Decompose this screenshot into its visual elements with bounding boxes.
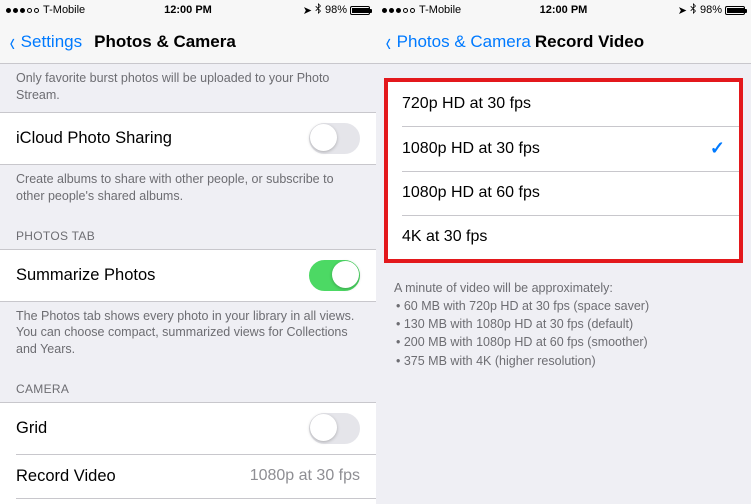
carrier-label: T-Mobile (43, 4, 85, 16)
clock-label: 12:00 PM (540, 4, 588, 16)
icloud-photo-sharing-cell[interactable]: iCloud Photo Sharing (0, 112, 376, 165)
location-icon: ➤ (303, 4, 312, 17)
bluetooth-icon (690, 3, 697, 17)
option-label: 1080p HD at 60 fps (402, 184, 725, 202)
option-label: 720p HD at 30 fps (402, 95, 725, 113)
battery-pct-label: 98% (700, 4, 722, 16)
summarize-photos-cell[interactable]: Summarize Photos (0, 249, 376, 302)
record-video-screen: T-Mobile 12:00 PM ➤ 98% ‹ Photos & Camer… (376, 0, 751, 504)
chevron-left-icon: ‹ (10, 29, 15, 55)
content-area: 720p HD at 30 fps 1080p HD at 30 fps ✓ 1… (376, 64, 751, 504)
record-slomo-cell[interactable]: Record Slo-mo 720p at 240 fps (0, 498, 376, 504)
page-title: Photos & Camera (94, 32, 236, 52)
option-1080p-60[interactable]: 1080p HD at 60 fps (388, 171, 739, 215)
highlighted-options-box: 720p HD at 30 fps 1080p HD at 30 fps ✓ 1… (384, 78, 743, 263)
content-area: Only favorite burst photos will be uploa… (0, 64, 376, 504)
clock-label: 12:00 PM (164, 4, 212, 16)
status-bar: T-Mobile 12:00 PM ➤ 98% (376, 0, 751, 20)
info-line: • 375 MB with 4K (higher resolution) (394, 352, 733, 370)
status-bar: T-Mobile 12:00 PM ➤ 98% (0, 0, 376, 20)
settings-photos-camera-screen: T-Mobile 12:00 PM ➤ 98% ‹ Settings Photo… (0, 0, 376, 504)
option-1080p-30[interactable]: 1080p HD at 30 fps ✓ (388, 126, 739, 171)
photos-tab-header: PHOTOS TAB (0, 213, 376, 249)
signal-dots-icon (382, 8, 415, 13)
option-4k-30[interactable]: 4K at 30 fps (388, 215, 739, 259)
carrier-label: T-Mobile (419, 4, 461, 16)
back-label: Settings (21, 32, 82, 52)
bluetooth-icon (315, 3, 322, 17)
summarize-footer-text: The Photos tab shows every photo in your… (0, 302, 376, 367)
cell-label: iCloud Photo Sharing (16, 129, 309, 148)
info-line: • 60 MB with 720p HD at 30 fps (space sa… (394, 297, 733, 315)
nav-bar: ‹ Settings Photos & Camera (0, 20, 376, 64)
info-line: • 200 MB with 1080p HD at 60 fps (smooth… (394, 333, 733, 351)
battery-icon (725, 6, 745, 15)
battery-pct-label: 98% (325, 4, 347, 16)
nav-bar: ‹ Photos & Camera Record Video (376, 20, 751, 64)
back-button[interactable]: ‹ Settings (8, 29, 82, 55)
signal-dots-icon (6, 8, 39, 13)
icloud-sharing-footer-text: Create albums to share with other people… (0, 165, 376, 213)
back-button[interactable]: ‹ Photos & Camera (384, 29, 531, 55)
battery-icon (350, 6, 370, 15)
summarize-photos-toggle[interactable] (309, 260, 360, 291)
cell-label: Summarize Photos (16, 266, 309, 285)
chevron-left-icon: ‹ (386, 29, 391, 55)
burst-footer-text: Only favorite burst photos will be uploa… (0, 64, 376, 112)
grid-cell[interactable]: Grid (0, 402, 376, 454)
location-icon: ➤ (678, 4, 687, 17)
info-intro: A minute of video will be approximately: (394, 279, 733, 297)
option-label: 4K at 30 fps (402, 228, 725, 246)
grid-toggle[interactable] (309, 413, 360, 444)
page-title: Record Video (535, 32, 644, 52)
record-video-cell[interactable]: Record Video 1080p at 30 fps (0, 454, 376, 498)
back-label: Photos & Camera (397, 32, 531, 52)
icloud-sharing-toggle[interactable] (309, 123, 360, 154)
option-label: 1080p HD at 30 fps (402, 140, 710, 158)
cell-label: Record Video (16, 467, 250, 486)
cell-label: Grid (16, 419, 309, 438)
camera-header: CAMERA (0, 366, 376, 402)
option-720p-30[interactable]: 720p HD at 30 fps (388, 82, 739, 126)
cell-detail: 1080p at 30 fps (250, 467, 360, 485)
size-info-block: A minute of video will be approximately:… (376, 273, 751, 376)
info-line: • 130 MB with 1080p HD at 30 fps (defaul… (394, 315, 733, 333)
checkmark-icon: ✓ (710, 138, 725, 159)
